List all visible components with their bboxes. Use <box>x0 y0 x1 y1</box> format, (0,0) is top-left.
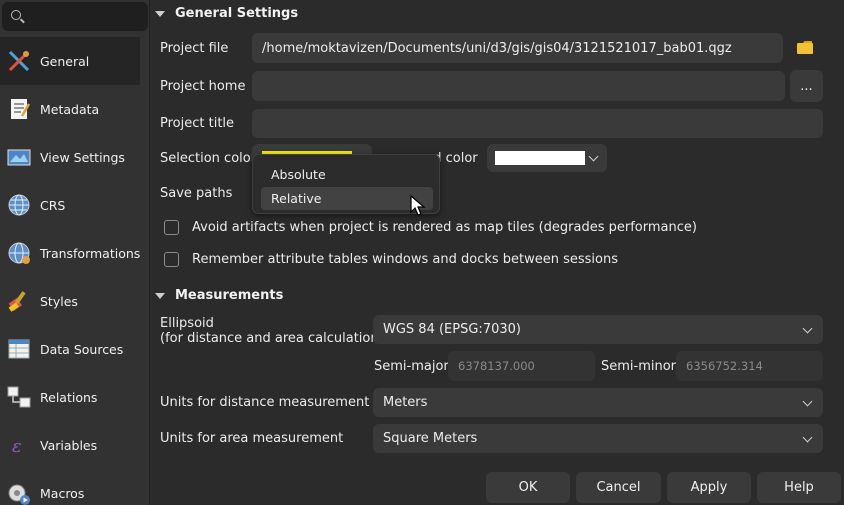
semi-minor-label: Semi-minor <box>601 359 677 374</box>
sidebar-item-label: Variables <box>40 437 98 453</box>
apply-button[interactable]: Apply <box>667 472 751 503</box>
collapse-arrow-icon <box>155 292 165 299</box>
avoid-artifacts-label: Avoid artifacts when project is rendered… <box>192 220 697 235</box>
sidebar-item-label: Data Sources <box>40 341 124 357</box>
sidebar-item-styles[interactable]: Styles <box>0 277 150 325</box>
ellipsoid-sublabel: (for distance and area calculations) <box>160 331 391 346</box>
sidebar-item-label: View Settings <box>40 149 125 165</box>
chevron-down-icon <box>802 323 813 334</box>
sidebar: General Metadata View Settings CRS Trans… <box>0 0 150 505</box>
project-title-field[interactable] <box>252 109 823 138</box>
sidebar-item-label: Metadata <box>40 101 100 117</box>
project-home-field[interactable] <box>252 71 785 101</box>
search-input[interactable] <box>2 2 148 31</box>
section-title: General Settings <box>175 6 299 21</box>
save-paths-option-absolute[interactable]: Absolute <box>261 163 433 186</box>
sidebar-item-metadata[interactable]: Metadata <box>0 85 150 133</box>
chevron-down-icon <box>588 151 599 162</box>
cancel-button[interactable]: Cancel <box>576 472 661 503</box>
sidebar-item-transformations[interactable]: Transformations <box>0 229 150 277</box>
brush-icon <box>6 288 32 314</box>
distance-units-select[interactable]: Meters <box>373 388 823 417</box>
sidebar-item-macros[interactable]: Macros <box>0 469 150 505</box>
mouse-cursor-icon <box>410 194 426 217</box>
distance-units-value: Meters <box>383 395 428 410</box>
ellipsoid-label: Ellipsoid <box>160 316 214 331</box>
browse-button[interactable]: ... <box>790 70 823 102</box>
section-general-settings[interactable]: General Settings <box>155 6 298 21</box>
sidebar-item-view-settings[interactable]: View Settings <box>0 133 150 181</box>
semi-major-label: Semi-major <box>374 359 449 374</box>
relations-icon <box>6 384 32 410</box>
ok-button[interactable]: OK <box>486 472 570 503</box>
background-color-swatch <box>495 151 585 165</box>
metadata-icon <box>6 96 32 122</box>
sidebar-item-label: Relations <box>40 389 98 405</box>
macros-icon <box>6 480 32 505</box>
help-button[interactable]: Help <box>757 472 841 503</box>
chevron-down-icon <box>802 396 813 407</box>
variables-icon: ε <box>6 432 32 458</box>
folder-icon[interactable] <box>797 41 813 58</box>
remember-tables-checkbox[interactable] <box>164 252 179 267</box>
project-title-label: Project title <box>160 116 235 131</box>
sidebar-item-general[interactable]: General <box>0 37 140 85</box>
section-title: Measurements <box>175 288 284 303</box>
globe-icon <box>6 192 32 218</box>
sidebar-item-label: CRS <box>40 197 66 213</box>
sidebar-item-label: Transformations <box>40 245 141 261</box>
transform-globe-icon <box>6 240 32 266</box>
tools-icon <box>6 48 32 74</box>
project-file-field[interactable]: /home/moktavizen/Documents/uni/d3/gis/gi… <box>252 33 783 63</box>
save-paths-option-relative[interactable]: Relative <box>261 187 433 210</box>
semi-major-value: 6378137.000 <box>458 359 535 373</box>
semi-minor-value: 6356752.314 <box>686 359 763 373</box>
semi-minor-field: 6356752.314 <box>676 351 823 381</box>
sidebar-item-relations[interactable]: Relations <box>0 373 150 421</box>
ellipsoid-value: WGS 84 (EPSG:7030) <box>383 322 521 337</box>
svg-text:ε: ε <box>12 436 22 457</box>
view-settings-icon <box>6 144 32 170</box>
save-paths-label: Save paths <box>160 186 233 201</box>
ellipsoid-select[interactable]: WGS 84 (EPSG:7030) <box>373 315 823 344</box>
area-units-select[interactable]: Square Meters <box>373 424 823 453</box>
sidebar-item-label: Macros <box>40 485 85 501</box>
selection-color-label: Selection color <box>160 151 257 166</box>
table-icon <box>6 336 32 362</box>
chevron-down-icon <box>802 432 813 443</box>
project-file-label: Project file <box>160 41 229 56</box>
area-units-value: Square Meters <box>383 431 478 446</box>
sidebar-item-label: Styles <box>40 293 78 309</box>
sidebar-item-variables[interactable]: ε Variables <box>0 421 150 469</box>
sidebar-item-data-sources[interactable]: Data Sources <box>0 325 150 373</box>
section-measurements[interactable]: Measurements <box>155 288 283 303</box>
search-icon <box>11 10 21 20</box>
project-file-value: /home/moktavizen/Documents/uni/d3/gis/gi… <box>262 40 732 56</box>
project-home-label: Project home <box>160 79 246 94</box>
semi-major-field: 6378137.000 <box>448 351 595 381</box>
avoid-artifacts-checkbox[interactable] <box>164 220 179 235</box>
area-units-label: Units for area measurement <box>160 431 344 446</box>
remember-tables-label: Remember attribute tables windows and do… <box>192 252 619 267</box>
background-color-button[interactable] <box>487 144 607 172</box>
sidebar-item-label: General <box>40 53 90 69</box>
collapse-arrow-icon <box>155 10 165 17</box>
sidebar-item-crs[interactable]: CRS <box>0 181 150 229</box>
distance-units-label: Units for distance measurement <box>160 395 370 410</box>
